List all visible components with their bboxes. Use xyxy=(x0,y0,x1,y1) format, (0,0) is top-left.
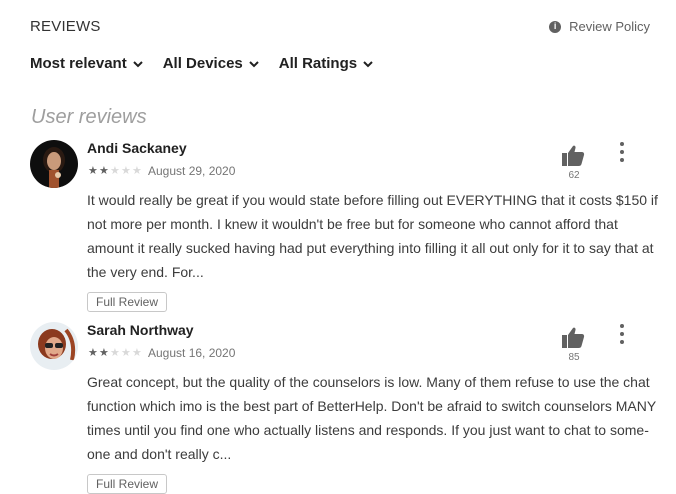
star-empty-icon: ★ xyxy=(132,346,142,359)
review-meta: ★ ★ ★ ★ ★ August 29, 2020 xyxy=(88,164,235,178)
devices-dropdown[interactable]: All Devices xyxy=(163,55,261,72)
review-policy-link[interactable]: i Review Policy xyxy=(549,19,650,34)
star-filled-icon: ★ xyxy=(88,346,98,359)
helpful-count: 62 xyxy=(568,170,580,181)
star-empty-icon: ★ xyxy=(132,164,142,177)
star-empty-icon: ★ xyxy=(121,346,131,359)
full-review-button[interactable]: Full Review xyxy=(87,292,168,312)
chevron-down-icon xyxy=(132,60,143,67)
review-policy-label: Review Policy xyxy=(569,19,650,34)
reviews-title: REVIEWS xyxy=(30,18,101,35)
sort-dropdown-label: Most relevant xyxy=(30,55,127,72)
star-filled-icon: ★ xyxy=(99,164,109,177)
star-empty-icon: ★ xyxy=(110,346,120,359)
review-author[interactable]: Andi Sackaney xyxy=(87,140,187,156)
more-options-icon[interactable] xyxy=(616,142,628,164)
helpful-count: 85 xyxy=(568,352,580,363)
full-review-button[interactable]: Full Review xyxy=(87,474,168,494)
review-item: Sarah Northway ★ ★ ★ ★ ★ August 16, 2020 Gre… xyxy=(30,322,660,494)
star-filled-icon: ★ xyxy=(88,164,98,177)
review-text: Great concept, but the quality of the co… xyxy=(87,374,656,462)
star-empty-icon: ★ xyxy=(110,164,120,177)
ratings-dropdown[interactable]: All Ratings xyxy=(279,55,375,72)
review-date: August 29, 2020 xyxy=(148,164,236,178)
ratings-dropdown-label: All Ratings xyxy=(278,55,358,72)
review-meta: ★ ★ ★ ★ ★ August 16, 2020 xyxy=(88,346,235,360)
review-text: It would really be great if you would st… xyxy=(87,192,658,280)
chevron-down-icon xyxy=(249,60,259,67)
sort-dropdown[interactable]: Most relevant xyxy=(30,55,145,72)
info-icon: i xyxy=(549,20,562,33)
filter-bar: Most relevant All Devices All Ratings xyxy=(30,55,393,72)
avatar xyxy=(30,322,78,370)
avatar xyxy=(30,140,78,188)
star-empty-icon: ★ xyxy=(121,164,131,177)
reviews-header: REVIEWS i Review Policy xyxy=(30,18,650,38)
thumbs-up-icon[interactable] xyxy=(561,326,585,350)
review-date: August 16, 2020 xyxy=(148,346,236,360)
star-rating: ★ ★ ★ ★ ★ xyxy=(88,346,143,359)
review-author[interactable]: Sarah Northway xyxy=(87,322,194,338)
review-item: Andi Sackaney ★ ★ ★ ★ ★ August 29, 2020 It w… xyxy=(30,140,660,315)
more-options-icon[interactable] xyxy=(616,324,628,346)
star-rating: ★ ★ ★ ★ ★ xyxy=(88,164,143,177)
thumbs-up-icon[interactable] xyxy=(561,144,585,168)
star-filled-icon: ★ xyxy=(99,346,109,359)
chevron-down-icon xyxy=(363,60,373,67)
user-reviews-heading: User reviews xyxy=(31,106,147,128)
devices-dropdown-label: All Devices xyxy=(162,55,243,72)
